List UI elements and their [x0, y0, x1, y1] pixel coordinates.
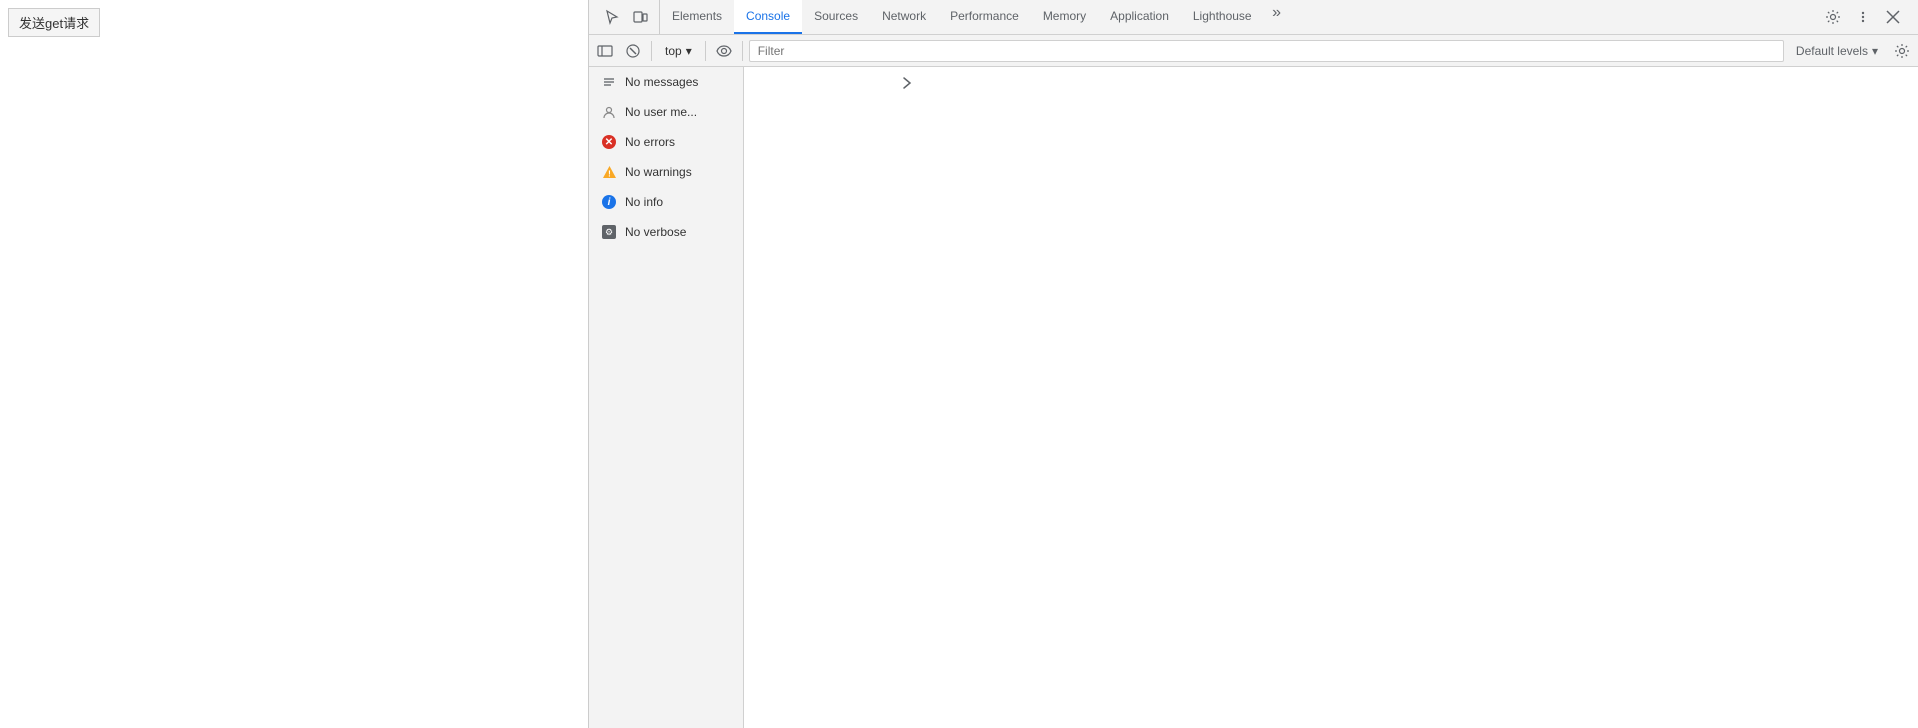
- info-icon: i: [601, 194, 617, 210]
- tab-network[interactable]: Network: [870, 0, 938, 34]
- devtools-tabs: Elements Console Sources Network Perform…: [660, 0, 1812, 34]
- devtools-top-right-icons: [1812, 4, 1914, 30]
- tab-elements[interactable]: Elements: [660, 0, 734, 34]
- context-value: top: [665, 44, 682, 58]
- warning-icon: !: [601, 164, 617, 180]
- customize-devtools-button[interactable]: [1850, 4, 1876, 30]
- clear-console-button[interactable]: [621, 39, 645, 63]
- tab-performance[interactable]: Performance: [938, 0, 1031, 34]
- send-get-request-button[interactable]: 发送get请求: [8, 8, 100, 37]
- devtools-tab-bar: Elements Console Sources Network Perform…: [589, 0, 1918, 35]
- tab-sources[interactable]: Sources: [802, 0, 870, 34]
- console-toolbar: top ▾ Default levels ▾: [589, 35, 1918, 67]
- sidebar-item-all-messages[interactable]: No messages: [589, 67, 743, 97]
- more-tabs-button[interactable]: »: [1264, 0, 1290, 26]
- svg-text:!: !: [608, 170, 611, 179]
- toolbar-divider-3: [742, 41, 743, 61]
- sidebar-item-verbose-label: No verbose: [625, 225, 686, 239]
- console-sidebar: No messages No user me... ✕ No: [589, 67, 744, 728]
- devtools-left-icons: [593, 0, 660, 34]
- messages-icon: [601, 74, 617, 90]
- sidebar-item-info-label: No info: [625, 195, 663, 209]
- sidebar-item-user-messages[interactable]: No user me...: [589, 97, 743, 127]
- verbose-icon: ⚙: [601, 224, 617, 240]
- sidebar-item-verbose[interactable]: ⚙ No verbose: [589, 217, 743, 247]
- tab-console[interactable]: Console: [734, 0, 802, 34]
- sidebar-item-info[interactable]: i No info: [589, 187, 743, 217]
- inspect-element-button[interactable]: [599, 4, 625, 30]
- error-icon: ✕: [601, 134, 617, 150]
- console-main-area[interactable]: [744, 67, 1918, 728]
- user-icon: [601, 104, 617, 120]
- toolbar-divider-2: [705, 41, 706, 61]
- console-settings-button[interactable]: [1890, 39, 1914, 63]
- sidebar-item-warnings-label: No warnings: [625, 165, 692, 179]
- tab-memory[interactable]: Memory: [1031, 0, 1098, 34]
- tab-lighthouse[interactable]: Lighthouse: [1181, 0, 1264, 34]
- device-toolbar-button[interactable]: [627, 4, 653, 30]
- sidebar-toggle-button[interactable]: [593, 39, 617, 63]
- console-body: No messages No user me... ✕ No: [589, 67, 1918, 728]
- sidebar-item-errors-label: No errors: [625, 135, 675, 149]
- settings-gear-button[interactable]: [1820, 4, 1846, 30]
- live-expression-button[interactable]: [712, 39, 736, 63]
- filter-input[interactable]: [749, 40, 1784, 62]
- context-selector[interactable]: top ▾: [658, 40, 699, 62]
- sidebar-item-warnings[interactable]: ! No warnings: [589, 157, 743, 187]
- devtools-panel: Elements Console Sources Network Perform…: [588, 0, 1918, 728]
- context-dropdown-arrow: ▾: [686, 44, 692, 58]
- sidebar-item-user-messages-label: No user me...: [625, 105, 697, 119]
- toolbar-divider: [651, 41, 652, 61]
- close-devtools-button[interactable]: [1880, 4, 1906, 30]
- tab-application[interactable]: Application: [1098, 0, 1181, 34]
- levels-label: Default levels: [1796, 44, 1868, 58]
- log-levels-button[interactable]: Default levels ▾: [1788, 40, 1886, 62]
- sidebar-item-errors[interactable]: ✕ No errors: [589, 127, 743, 157]
- sidebar-item-all-messages-label: No messages: [625, 75, 698, 89]
- levels-dropdown-arrow: ▾: [1872, 44, 1878, 58]
- sidebar-expand-toggle[interactable]: [899, 75, 915, 91]
